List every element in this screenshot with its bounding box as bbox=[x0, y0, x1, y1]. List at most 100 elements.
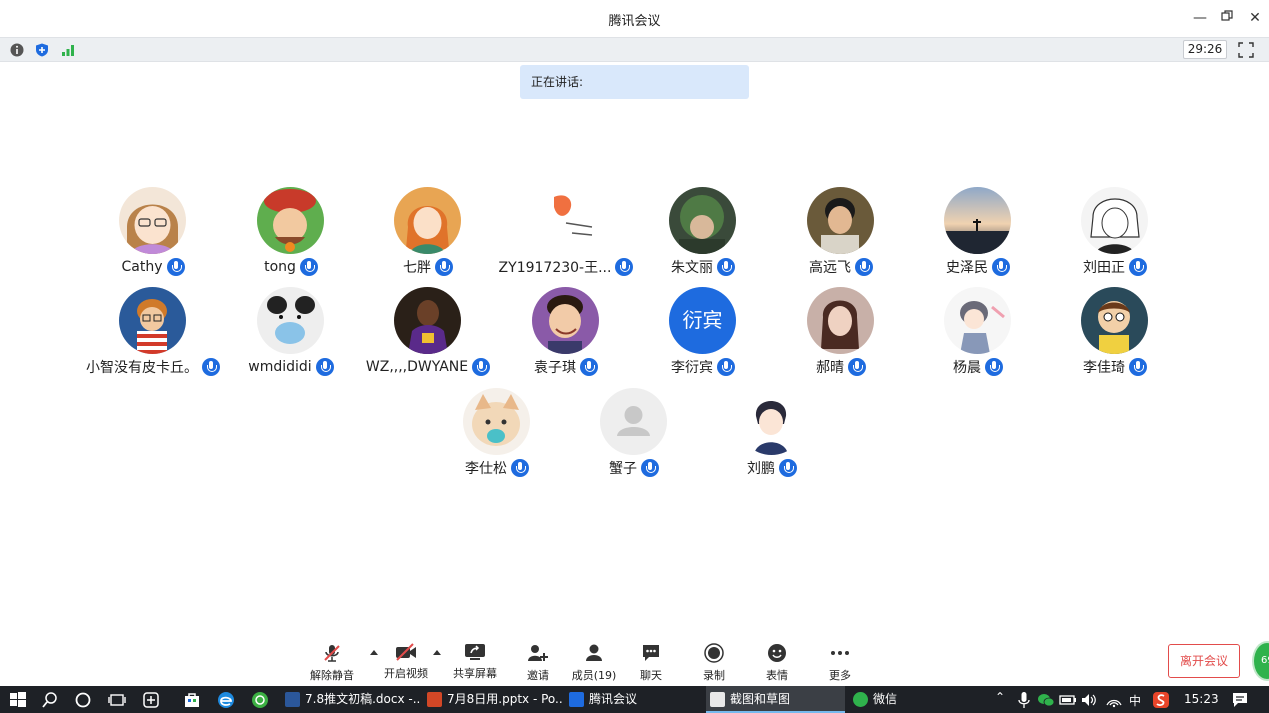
browser-360-icon[interactable] bbox=[251, 691, 269, 709]
participant-tile[interactable]: ZY1917230-王... bbox=[496, 187, 636, 279]
search-icon[interactable] bbox=[41, 691, 59, 709]
invite-button[interactable]: 邀请 bbox=[510, 636, 566, 684]
windows-start-icon[interactable] bbox=[9, 691, 27, 709]
taskbar-app-powerpoint[interactable]: 7月8日用.pptx - Po... bbox=[423, 686, 562, 713]
microphone-icon bbox=[435, 258, 453, 276]
taskbar-app-label: 7月8日用.pptx - Po... bbox=[447, 692, 562, 706]
snip-sketch-icon bbox=[710, 692, 725, 707]
edge-browser-icon[interactable] bbox=[217, 691, 235, 709]
avatar bbox=[807, 287, 874, 354]
avatar bbox=[738, 388, 805, 455]
fullscreen-icon[interactable] bbox=[1238, 42, 1254, 58]
microphone-icon bbox=[166, 258, 185, 276]
speaking-indicator: 正在讲话: bbox=[520, 65, 749, 99]
participant-tile[interactable]: 高远飞 bbox=[771, 187, 911, 279]
avatar bbox=[119, 187, 186, 254]
participant-tile[interactable]: 郝晴 bbox=[771, 287, 911, 379]
video-options-chevron-icon[interactable] bbox=[433, 650, 441, 655]
add-user-icon bbox=[528, 645, 548, 661]
participant-tile[interactable]: 李佳琦 bbox=[1045, 287, 1185, 379]
chat-icon bbox=[643, 645, 659, 661]
taskbar-app-label: 7.8推文初稿.docx -... bbox=[305, 692, 420, 706]
tray-wifi-icon[interactable] bbox=[1105, 691, 1123, 709]
avatar bbox=[1081, 187, 1148, 254]
signal-strength-icon[interactable] bbox=[61, 43, 75, 57]
taskbar-app-wechat[interactable]: 微信 bbox=[849, 686, 986, 713]
participant-tile[interactable]: tong bbox=[221, 187, 361, 279]
avatar bbox=[944, 187, 1011, 254]
start-video-label: 开启视频 bbox=[384, 667, 428, 680]
security-shield-icon[interactable] bbox=[35, 43, 49, 57]
emoji-button[interactable]: 表情 bbox=[749, 636, 805, 684]
participant-tile[interactable]: 小智没有皮卡丘。 bbox=[83, 287, 223, 379]
audio-options-chevron-icon[interactable] bbox=[370, 650, 378, 655]
more-button[interactable]: 更多 bbox=[812, 636, 868, 684]
restore-icon[interactable] bbox=[1217, 8, 1237, 28]
members-icon bbox=[586, 644, 602, 661]
default-avatar-icon bbox=[600, 388, 667, 455]
share-screen-button[interactable]: 共享屏幕 bbox=[447, 636, 503, 684]
participant-tile[interactable]: Cathy bbox=[83, 187, 223, 279]
tray-chevron-up-icon[interactable]: ⌃ bbox=[995, 690, 1005, 704]
leave-meeting-button[interactable]: 离开会议 bbox=[1168, 644, 1240, 678]
participant-name: tong bbox=[264, 259, 296, 275]
cortana-icon[interactable] bbox=[74, 691, 92, 709]
chat-button[interactable]: 聊天 bbox=[623, 636, 679, 684]
microphone-icon bbox=[202, 358, 220, 376]
participant-tile[interactable]: 史泽民 bbox=[908, 187, 1048, 279]
record-button[interactable]: 录制 bbox=[686, 636, 742, 684]
microphone-icon bbox=[848, 358, 866, 376]
avatar bbox=[1081, 287, 1148, 354]
start-video-button[interactable]: 开启视频 bbox=[378, 636, 434, 684]
meeting-info-bar: 29:26 bbox=[0, 37, 1269, 62]
taskbar-app-snip-sketch[interactable]: 截图和草图 bbox=[706, 686, 845, 713]
taskbar-app-label: 截图和草图 bbox=[730, 692, 791, 706]
participant-tile[interactable]: 衍宾 李衍宾 bbox=[633, 287, 773, 379]
taskbar-app-word[interactable]: 7.8推文初稿.docx -... bbox=[281, 686, 420, 713]
taskbar-clock[interactable]: 15:23 bbox=[1184, 692, 1219, 706]
tray-battery-icon[interactable] bbox=[1059, 691, 1077, 709]
word-icon bbox=[285, 692, 300, 707]
participant-tile[interactable]: 蟹子 bbox=[564, 388, 704, 480]
app-pinned-icon[interactable] bbox=[142, 691, 160, 709]
participant-tile[interactable]: 李仕松 bbox=[427, 388, 567, 480]
participant-tile[interactable]: 杨晨 bbox=[908, 287, 1048, 379]
sogou-ime-icon[interactable] bbox=[1152, 691, 1170, 709]
participant-tile[interactable]: 七胖 bbox=[358, 187, 498, 279]
participant-name: 李仕松 bbox=[465, 461, 507, 477]
tray-wechat-icon[interactable] bbox=[1037, 691, 1055, 709]
participant-tile[interactable]: 袁子琪 bbox=[496, 287, 636, 379]
task-view-icon[interactable] bbox=[108, 691, 126, 709]
close-icon[interactable]: ✕ bbox=[1245, 8, 1265, 28]
participant-tile[interactable]: WZ,,,,DWYANE bbox=[358, 287, 498, 379]
participant-name: Cathy bbox=[121, 259, 163, 275]
participant-name: 小智没有皮卡丘。 bbox=[86, 360, 198, 376]
emoji-icon bbox=[768, 644, 786, 662]
info-icon[interactable] bbox=[10, 43, 24, 57]
record-label: 录制 bbox=[703, 669, 725, 682]
os-taskbar: 7.8推文初稿.docx -... 7月8日用.pptx - Po... 腾讯会… bbox=[0, 686, 1269, 713]
taskbar-app-tencent-meeting[interactable]: 腾讯会议 bbox=[565, 686, 702, 713]
unmute-button[interactable]: 解除静音 bbox=[304, 636, 360, 684]
participant-name: 杨晨 bbox=[953, 360, 981, 376]
ime-language-indicator[interactable]: 中 bbox=[1129, 692, 1141, 709]
microphone-icon bbox=[992, 258, 1010, 276]
tray-microphone-icon[interactable] bbox=[1015, 691, 1033, 709]
minimize-icon[interactable]: — bbox=[1190, 8, 1210, 28]
participant-tile[interactable]: 朱文丽 bbox=[633, 187, 773, 279]
microphone-icon bbox=[615, 258, 634, 276]
participant-tile[interactable]: wmdididi bbox=[221, 287, 361, 379]
members-button[interactable]: 成员(19) bbox=[566, 636, 622, 684]
participant-name: 李佳琦 bbox=[1083, 360, 1125, 376]
microphone-icon bbox=[299, 258, 318, 276]
participant-tile[interactable]: 刘鹏 bbox=[702, 388, 842, 480]
tray-volume-icon[interactable] bbox=[1080, 691, 1098, 709]
notification-center-icon[interactable] bbox=[1231, 691, 1249, 709]
emoji-label: 表情 bbox=[766, 669, 788, 682]
participant-name: 刘鹏 bbox=[747, 461, 775, 477]
store-icon[interactable] bbox=[183, 691, 201, 709]
participant-name: 刘田正 bbox=[1083, 260, 1125, 276]
participant-tile[interactable]: 刘田正 bbox=[1045, 187, 1185, 279]
participant-name: 史泽民 bbox=[946, 260, 988, 276]
share-screen-icon bbox=[465, 644, 485, 660]
